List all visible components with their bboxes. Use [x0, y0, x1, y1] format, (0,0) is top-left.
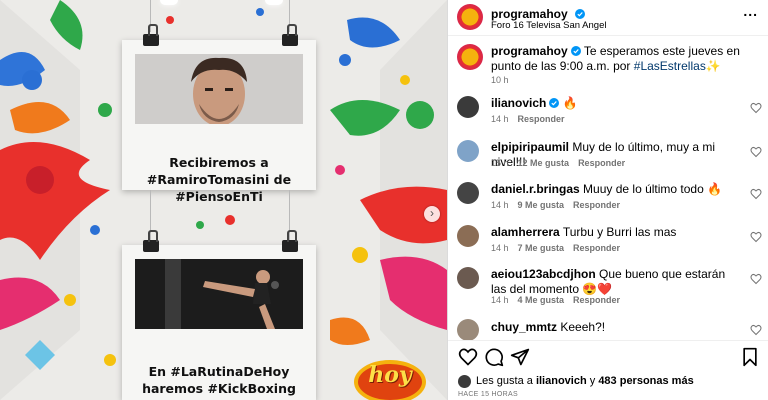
caption-time: 10 h	[491, 75, 509, 85]
likes-and: y	[589, 375, 596, 387]
comment-username[interactable]: daniel.r.bringas	[491, 182, 580, 196]
post-timestamp[interactable]: HACE 15 HORAS	[458, 391, 518, 398]
caption-username[interactable]: programahoy	[491, 44, 568, 58]
avatar[interactable]	[457, 140, 479, 162]
comment-likes[interactable]: 12 Me gusta	[518, 158, 570, 168]
comment-time: 14 h	[491, 243, 509, 253]
like-heart-icon[interactable]	[750, 146, 762, 158]
comment-time: 15 h	[491, 158, 509, 168]
like-heart-icon[interactable]	[750, 324, 762, 336]
like-heart-icon[interactable]	[750, 102, 762, 114]
post-details-panel: programahoy Foro 16 Televisa San Angel .…	[447, 0, 768, 400]
reply-button[interactable]: Responder	[573, 295, 620, 305]
likes-others[interactable]: 483 personas más	[598, 375, 693, 387]
caption-hashtag-link[interactable]: #LasEstrellas	[634, 59, 706, 73]
comment-item: alamherrera Turbu y Burri las mas 14 h 7 …	[448, 223, 768, 263]
comment-username[interactable]: chuy_mmtz	[491, 320, 557, 334]
photo-card-guest: Recibiremos a #RamiroTomasini de #Pienso…	[122, 40, 316, 204]
like-heart-icon[interactable]	[750, 188, 762, 200]
hoy-logo: hoy	[350, 352, 428, 400]
reply-button[interactable]: Responder	[578, 158, 625, 168]
avatar[interactable]	[458, 375, 471, 388]
bookmark-icon[interactable]	[740, 347, 760, 367]
like-heart-icon[interactable]	[458, 347, 478, 367]
likes-summary: Les gusta a ilianovich y 483 personas má…	[448, 375, 768, 389]
ceiling-light-left	[160, 0, 178, 5]
likes-user[interactable]: ilianovich	[536, 375, 587, 387]
comment-item: ilianovich 🔥 14 h Responder	[448, 94, 768, 134]
avatar[interactable]	[457, 182, 479, 204]
comment-username[interactable]: ilianovich	[491, 96, 546, 110]
avatar[interactable]	[457, 267, 479, 289]
comment-time: 14 h	[491, 295, 509, 305]
comment-username[interactable]: alamherrera	[491, 225, 560, 239]
avatar[interactable]	[457, 44, 483, 70]
kickboxing-image	[135, 259, 303, 329]
avatar[interactable]	[457, 96, 479, 118]
reply-button[interactable]: Responder	[573, 200, 620, 210]
sparkles-emoji: ✨	[705, 59, 721, 73]
comment-likes[interactable]: 7 Me gusta	[518, 243, 565, 253]
divider	[448, 35, 768, 36]
more-options-icon[interactable]: ...	[743, 3, 758, 19]
like-heart-icon[interactable]	[750, 273, 762, 285]
avatar[interactable]	[457, 4, 483, 30]
share-send-icon[interactable]	[510, 347, 530, 367]
comment-item: elpipiripaumil Muy de lo último, muy a m…	[448, 138, 768, 178]
clip-icon	[143, 230, 159, 252]
divider	[448, 340, 768, 341]
carousel-next-button[interactable]: ›	[424, 206, 440, 222]
comment-time: 14 h	[491, 200, 509, 210]
comment-text: 🔥	[562, 96, 578, 110]
comment-text: Keeeh?!	[560, 320, 606, 334]
guest-portrait-image	[135, 54, 303, 124]
clip-icon	[282, 24, 298, 46]
post-media[interactable]: Recibiremos a #RamiroTomasini de #Pienso…	[0, 0, 447, 400]
clip-icon	[282, 230, 298, 252]
header-username[interactable]: programahoy	[491, 7, 568, 21]
avatar[interactable]	[457, 319, 479, 341]
verified-badge-icon	[570, 46, 581, 56]
header-location[interactable]: Foro 16 Televisa San Angel	[491, 20, 606, 31]
comment-time: 14 h	[491, 114, 509, 124]
card2-caption: En #LaRutinaDeHoy haremos #KickBoxing	[142, 364, 296, 396]
comment-text: Turbu y Burri las mas	[562, 225, 677, 239]
likes-prefix: Les gusta a	[476, 375, 533, 387]
comment-username[interactable]: aeiou123abcdjhon	[491, 267, 596, 281]
comment-icon[interactable]	[484, 347, 504, 367]
reply-button[interactable]: Responder	[573, 243, 620, 253]
post-caption: programahoy Te esperamos este jueves en …	[448, 42, 768, 86]
comment-item: chuy_mmtz Keeeh?!	[448, 318, 768, 341]
comment-text: Muuy de lo último todo 🔥	[583, 182, 723, 196]
comment-item: aeiou123abcdjhon Que bueno que estarán l…	[448, 265, 768, 315]
comment-likes[interactable]: 4 Me gusta	[518, 295, 565, 305]
photo-card-workout: En #LaRutinaDeHoy haremos #KickBoxing	[122, 245, 316, 400]
reply-button[interactable]: Responder	[518, 114, 565, 124]
card1-caption: Recibiremos a #RamiroTomasini de #Pienso…	[146, 155, 292, 204]
comment-item: daniel.r.bringas Muuy de lo último todo …	[448, 180, 768, 220]
comment-likes[interactable]: 9 Me gusta	[518, 200, 565, 210]
clip-icon	[143, 24, 159, 46]
verified-badge-icon	[549, 98, 560, 108]
action-bar	[448, 345, 768, 369]
ceiling-light-right	[265, 0, 283, 5]
post-header: programahoy Foro 16 Televisa San Angel .…	[448, 0, 768, 38]
like-heart-icon[interactable]	[750, 231, 762, 243]
verified-badge-icon	[575, 9, 586, 19]
comment-username[interactable]: elpipiripaumil	[491, 140, 569, 154]
avatar[interactable]	[457, 225, 479, 247]
